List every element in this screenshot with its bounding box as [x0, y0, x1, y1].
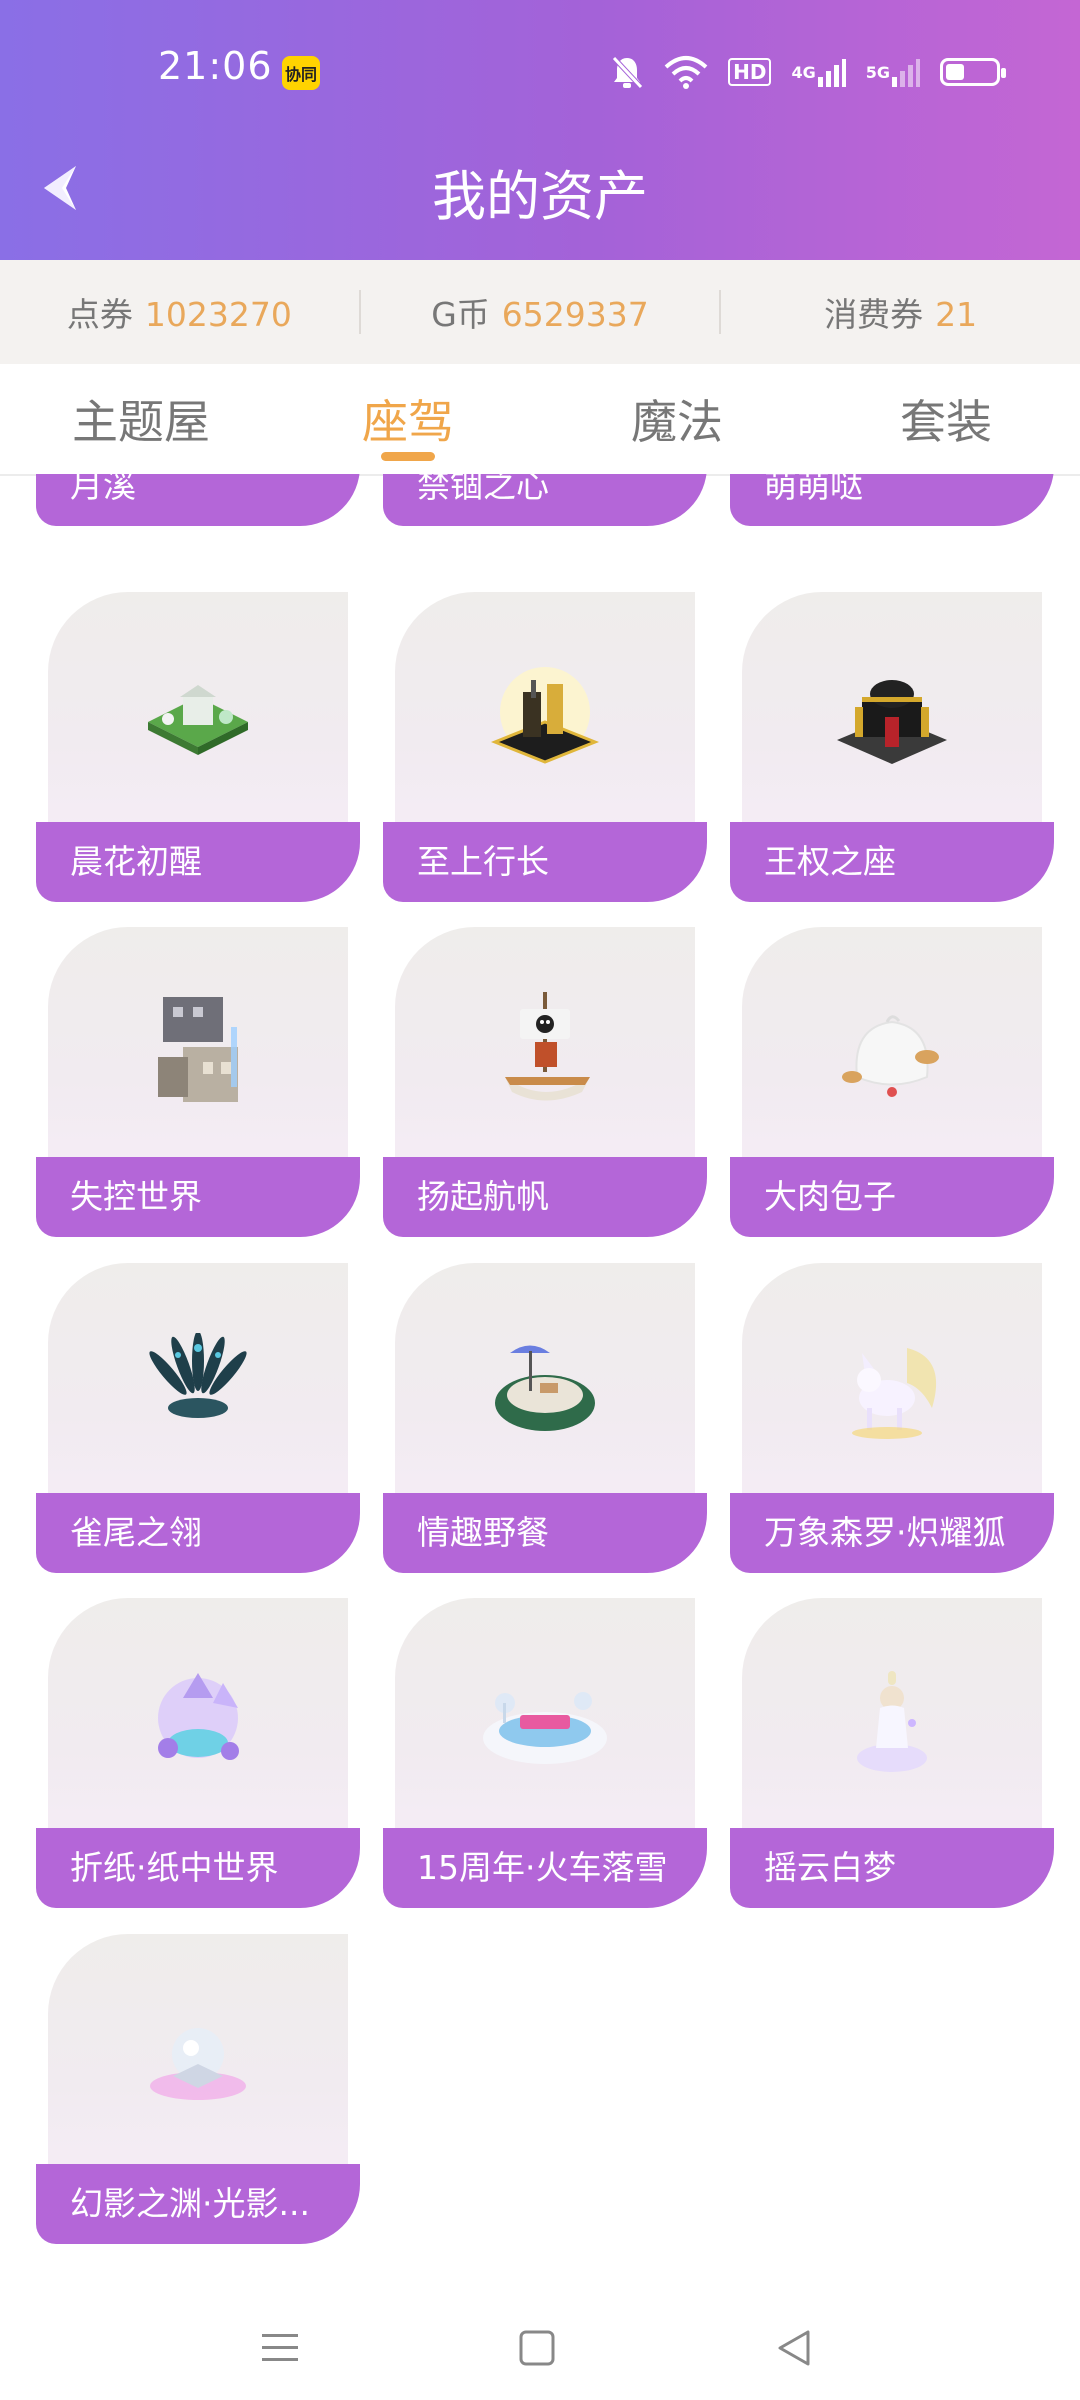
gcoin-value: 6529337 — [501, 295, 649, 334]
header: 21:06 协同 HD 4G 5G 我的资产 — [0, 0, 1080, 260]
feather-art-icon — [149, 1333, 247, 1418]
item-thumbnail — [742, 1598, 1042, 1848]
menu-icon[interactable] — [258, 2326, 302, 2370]
item-name: 失控世界 — [36, 1157, 360, 1237]
palace-art-icon — [837, 680, 947, 764]
voucher-balance: 消费券 21 — [721, 288, 1080, 336]
status-icons: HD 4G 5G — [610, 52, 1006, 92]
item-thumbnail — [48, 1263, 348, 1513]
crystal-art-icon — [150, 2028, 246, 2100]
hd-icon: HD — [728, 58, 772, 86]
item-thumbnail — [48, 1934, 348, 2184]
pirate-ship-art-icon — [505, 992, 590, 1101]
item-thumbnail — [395, 1598, 695, 1848]
item-thumbnail — [48, 927, 348, 1177]
snow-train-art-icon — [483, 1692, 607, 1764]
item-name: 王权之座 — [730, 822, 1054, 902]
signal-5g-icon: 5G — [866, 57, 920, 87]
item-thumbnail — [742, 1263, 1042, 1513]
home-icon[interactable] — [515, 2326, 559, 2370]
item-thumbnail — [395, 927, 695, 1177]
fox-art-icon — [852, 1348, 937, 1439]
paper-world-art-icon — [158, 1673, 239, 1760]
back-triangle-icon[interactable] — [772, 2326, 816, 2370]
bun-art-icon — [842, 1015, 939, 1097]
item-grid: 月溪 禁锢之心 萌萌哒 晨花初醒 至上行长 王权之座 失控世界 扬起航帆 大肉包… — [0, 474, 1080, 2294]
item-thumbnail — [395, 592, 695, 842]
system-nav-bar — [0, 2294, 1080, 2400]
gcoin-label: G币 — [431, 295, 490, 334]
app-notification-icon: 协同 — [282, 56, 320, 90]
status-time: 21:06 — [158, 44, 273, 88]
item-name: 万象森罗·炽耀狐 — [730, 1493, 1054, 1573]
gcoin-balance: G币 6529337 — [361, 288, 720, 336]
item-thumbnail — [742, 927, 1042, 1177]
item-thumbnail — [48, 592, 348, 842]
tab-magic[interactable]: 魔法 — [631, 386, 723, 452]
city-art-icon — [158, 997, 238, 1102]
asset-balance-bar: 点券 1023270 G币 6529337 消费券 21 — [0, 260, 1080, 364]
points-label: 点券 — [66, 295, 133, 334]
item-name: 雀尾之翎 — [36, 1493, 360, 1573]
item-name: 摇云白梦 — [730, 1828, 1054, 1908]
item-name: 禁锢之心 — [383, 474, 707, 526]
active-tab-indicator — [381, 452, 435, 461]
page-title: 我的资产 — [432, 165, 648, 228]
gold-mansion-art-icon — [490, 667, 600, 764]
tab-theme-house[interactable]: 主题屋 — [72, 386, 210, 452]
item-name: 至上行长 — [383, 822, 707, 902]
category-tabs: 主题屋 座驾 魔法 套装 — [0, 364, 1080, 476]
item-name: 晨花初醒 — [36, 822, 360, 902]
wifi-icon — [664, 56, 708, 89]
tab-mount[interactable]: 座驾 — [362, 386, 454, 452]
voucher-value: 21 — [935, 295, 978, 334]
item-name: 月溪 — [36, 474, 360, 526]
points-balance: 点券 1023270 — [0, 288, 359, 336]
item-thumbnail — [742, 592, 1042, 842]
mute-bell-icon — [612, 56, 643, 89]
item-thumbnail — [395, 1263, 695, 1513]
item-name: 15周年·火车落雪 — [383, 1828, 707, 1908]
cloud-dream-art-icon — [857, 1671, 927, 1772]
item-name: 折纸·纸中世界 — [36, 1828, 360, 1908]
item-name: 情趣野餐 — [383, 1493, 707, 1573]
voucher-label: 消费券 — [824, 295, 924, 334]
item-name: 萌萌哒 — [730, 474, 1054, 526]
battery-icon — [940, 58, 1006, 86]
item-thumbnail — [48, 1598, 348, 1848]
picnic-art-icon — [495, 1345, 595, 1431]
signal-4g-icon: 4G — [791, 57, 846, 87]
status-bar: 21:06 协同 HD 4G 5G — [0, 0, 1080, 145]
garden-art-icon — [148, 685, 248, 755]
item-name: 大肉包子 — [730, 1157, 1054, 1237]
item-name: 扬起航帆 — [383, 1157, 707, 1237]
item-name: 幻影之渊·光影... — [36, 2164, 360, 2244]
tab-outfit[interactable]: 套装 — [900, 386, 992, 452]
points-value: 1023270 — [144, 295, 292, 334]
